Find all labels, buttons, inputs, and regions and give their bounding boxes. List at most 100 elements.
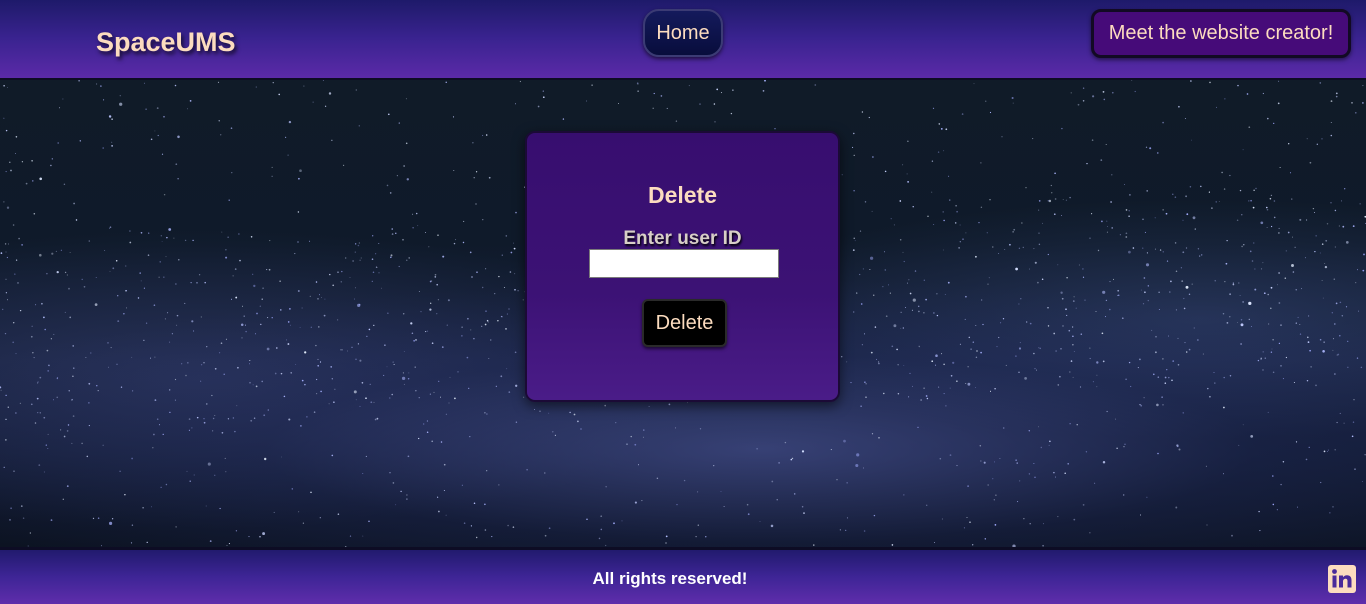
star — [6, 87, 8, 88]
star — [869, 256, 874, 260]
star — [253, 284, 256, 288]
star — [252, 384, 254, 386]
star — [992, 478, 994, 480]
user-id-input[interactable] — [589, 249, 779, 278]
star — [313, 411, 316, 413]
star — [32, 180, 34, 182]
star — [306, 416, 308, 418]
star — [1306, 138, 1308, 140]
linkedin-icon[interactable] — [1328, 565, 1356, 593]
star — [408, 257, 411, 259]
star — [249, 359, 251, 362]
star — [1162, 358, 1164, 360]
star — [600, 515, 603, 518]
star — [1263, 292, 1266, 295]
brand-logo-text[interactable]: SpaceUMS — [96, 27, 236, 58]
star — [856, 453, 860, 457]
star — [9, 519, 11, 521]
star — [274, 372, 277, 375]
star — [1069, 196, 1071, 199]
star — [1291, 198, 1293, 200]
star — [88, 382, 91, 385]
star — [1279, 166, 1281, 169]
star — [1139, 404, 1141, 406]
star — [425, 331, 427, 333]
star — [262, 287, 264, 290]
star — [1119, 234, 1122, 236]
meet-creator-button[interactable]: Meet the website creator! — [1091, 9, 1351, 58]
star — [1185, 247, 1188, 249]
star — [263, 414, 266, 417]
star — [1018, 247, 1021, 249]
star — [486, 319, 489, 322]
star — [485, 310, 487, 312]
star — [1322, 297, 1324, 299]
star — [439, 396, 442, 398]
star — [88, 240, 91, 242]
star — [621, 520, 623, 522]
star — [304, 351, 307, 354]
star — [253, 417, 256, 420]
star — [323, 314, 326, 317]
star — [1255, 187, 1257, 190]
star — [548, 412, 550, 414]
star — [878, 436, 880, 439]
star — [1273, 122, 1275, 125]
star — [1134, 90, 1136, 93]
star — [373, 324, 375, 327]
star — [1267, 117, 1269, 120]
star — [59, 107, 61, 109]
star — [21, 244, 23, 246]
star — [1332, 506, 1334, 508]
star — [510, 251, 513, 254]
star — [171, 333, 174, 335]
star — [389, 472, 391, 474]
star — [980, 162, 982, 164]
star — [517, 289, 519, 292]
star — [1183, 307, 1186, 310]
footer: All rights reserved! — [0, 547, 1366, 604]
star — [859, 230, 862, 232]
star — [864, 201, 867, 203]
star — [1231, 534, 1233, 537]
star — [168, 228, 172, 231]
star — [674, 427, 677, 429]
home-button[interactable]: Home — [643, 9, 723, 57]
star — [936, 314, 939, 317]
star — [813, 544, 815, 546]
star — [368, 520, 370, 523]
star — [15, 259, 18, 261]
star — [115, 260, 118, 262]
star — [191, 427, 193, 429]
star — [1229, 174, 1231, 177]
star — [41, 302, 43, 305]
star — [473, 177, 475, 179]
star — [586, 518, 588, 520]
delete-button[interactable]: Delete — [642, 299, 727, 347]
star — [1029, 322, 1032, 325]
star — [188, 429, 190, 431]
star — [949, 387, 951, 389]
star — [280, 309, 282, 311]
star — [299, 169, 302, 173]
star — [859, 273, 861, 276]
star — [1028, 429, 1031, 432]
star — [1182, 251, 1185, 254]
star — [184, 239, 187, 242]
star — [855, 463, 859, 468]
star — [1023, 518, 1025, 520]
star — [487, 321, 489, 323]
star — [44, 328, 47, 331]
star — [423, 423, 425, 425]
star — [940, 128, 943, 130]
star — [615, 421, 617, 424]
star — [992, 246, 994, 248]
star — [526, 469, 528, 471]
star — [230, 298, 233, 300]
star — [373, 401, 375, 403]
star — [473, 337, 475, 340]
star — [1064, 472, 1066, 475]
star — [1149, 147, 1152, 150]
star — [1140, 289, 1142, 291]
star — [156, 107, 159, 109]
